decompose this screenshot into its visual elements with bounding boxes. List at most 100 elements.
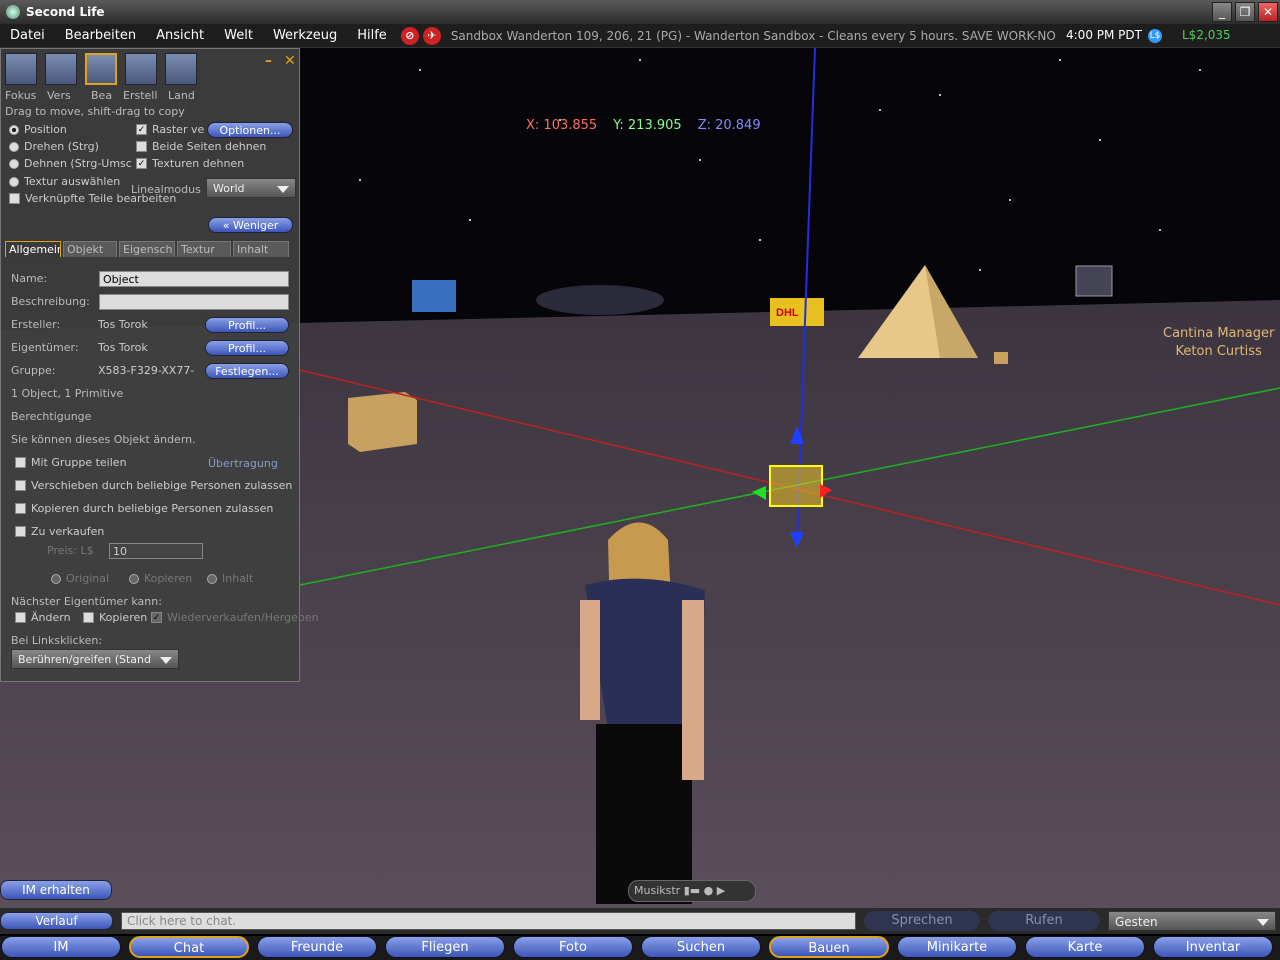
menu-werkzeug[interactable]: Werkzeug [263,28,347,43]
radio-icon [129,573,139,584]
checkbox-anyone-copy[interactable]: Kopieren durch beliebige Personen zulass… [15,502,273,515]
bottom-toolbar: IM Chat Freunde Fliegen Foto Suchen Baue… [0,936,1280,960]
history-button[interactable]: Verlauf [0,912,113,930]
object-count: 1 Object, 1 Primitive [11,387,124,400]
avatar-name-tag[interactable]: Cantina Manager Keton Curtiss [1163,325,1274,361]
chat-input[interactable]: Click here to chat. [121,912,856,930]
tab-features[interactable]: Eigensch [119,241,175,257]
creator-label: Ersteller: [11,318,61,331]
less-button[interactable]: « Weniger [208,217,293,233]
selected-object [769,465,823,507]
transfer-button[interactable]: Übertragung [208,457,278,470]
minimize-panel-icon[interactable]: – [265,53,272,69]
land-tool-icon[interactable] [165,53,197,85]
checkbox-anyone-move[interactable]: Verschieben durch beliebige Personen zul… [15,479,292,492]
edit-tool-icon[interactable] [85,53,117,85]
radio-select-texture[interactable]: Textur auswählen [9,175,120,188]
tube-object [536,285,664,315]
tool-label-focus: Fokus [5,89,37,102]
menu-datei[interactable]: Datei [0,28,55,43]
play-icon[interactable]: ▶ [717,884,725,897]
radio-stretch[interactable]: Dehnen (Strg-Umsc [9,157,132,170]
tab-general[interactable]: Allgemein [5,241,61,257]
billboard-blue [412,280,456,312]
build-tool-panel: Fokus Vers Bea Erstell Land – ✕ Drag to … [0,48,319,682]
build-button[interactable]: Bauen [769,936,889,958]
minimap-button[interactable]: Minikarte [897,936,1017,958]
buy-currency-icon[interactable]: L$ [1148,29,1162,43]
move-tool-icon[interactable] [45,53,77,85]
radio-position[interactable]: Position [9,123,67,136]
no-fly-icon[interactable]: ⊘ [400,26,419,45]
gestures-select[interactable]: Gesten [1108,911,1276,931]
friends-button[interactable]: Freunde [257,936,377,958]
coordinate-readout: X: 103.855 Y: 213.905 Z: 20.849 [526,118,761,133]
chat-button[interactable]: Chat [129,936,249,958]
checkbox-snap-grid[interactable]: ✓ Raster ve [136,123,204,136]
ruler-mode-select[interactable]: World [206,178,296,198]
checkbox-stretch-textures[interactable]: ✓ Texturen dehnen [136,157,244,170]
music-stream-control[interactable]: Musikstr ▮▬ ● ▶ [628,880,756,902]
close-panel-icon[interactable]: ✕ [284,53,296,69]
price-label: Preis: L$ [47,544,94,557]
stop-icon[interactable]: ● [704,884,714,897]
checkbox-for-sale[interactable]: Zu verkaufen [15,525,104,538]
radio-rotate[interactable]: Drehen (Strg) [9,140,99,153]
checkbox-stretch-both[interactable]: Beide Seiten dehnen [136,140,266,153]
inventory-button[interactable]: Inventar [1153,936,1273,958]
left-click-label: Bei Linksklicken: [11,634,103,647]
close-window-button[interactable]: ✕ [1258,2,1278,22]
snapshot-button[interactable]: Foto [513,936,633,958]
minimize-button[interactable]: _ [1212,2,1232,22]
music-label: Musikstr [634,884,681,897]
checkbox-next-resell[interactable]: ✓ Wiederverkaufen/Hergeben [151,611,319,624]
checkbox-icon [15,480,26,491]
menu-bar: Datei Bearbeiten Ansicht Welt Werkzeug H… [0,24,1280,48]
tab-object[interactable]: Objekt [63,241,117,257]
menu-ansicht[interactable]: Ansicht [146,28,214,43]
radio-sale-copy[interactable]: Kopieren [129,572,192,585]
tool-label-move: Vers [47,89,71,102]
set-group-button[interactable]: Festlegen... [205,363,289,379]
drag-hint: Drag to move, shift-drag to copy [5,105,185,118]
board-object [1075,265,1113,297]
y-coordinate: Y: 213.905 [613,118,682,133]
checkbox-icon [15,526,26,537]
creator-profile-button[interactable]: Profil... [205,317,289,333]
options-button[interactable]: Optionen... [207,122,293,138]
tab-texture[interactable]: Textur [177,241,231,257]
region-info[interactable]: Sandbox Wanderton 109, 206, 21 (PG) - Wa… [451,29,1056,43]
restore-button[interactable]: ❐ [1235,2,1255,22]
volume-slider-icon[interactable]: ▮▬ [684,884,700,897]
menu-welt[interactable]: Welt [214,28,263,43]
owner-profile-button[interactable]: Profil... [205,340,289,356]
menu-hilfe[interactable]: Hilfe [347,28,397,43]
checkbox-next-copy[interactable]: Kopieren [83,611,147,624]
price-input[interactable]: 10 [109,543,203,559]
truck-label: DHL [776,307,799,319]
radio-icon [9,158,19,169]
search-button[interactable]: Suchen [641,936,761,958]
im-button[interactable]: IM [1,936,121,958]
name-input[interactable]: Object [99,271,289,287]
description-input[interactable] [99,294,289,310]
create-tool-icon[interactable] [125,53,157,85]
left-click-select[interactable]: Berühren/greifen (Stand [11,649,179,669]
npc-title: Cantina Manager [1163,326,1275,341]
speak-button[interactable]: Sprechen [864,911,980,931]
tab-contents[interactable]: Inhalt [233,241,289,257]
checkbox-next-modify[interactable]: Ändern [15,611,71,624]
radio-sale-original[interactable]: Original [51,572,109,585]
radio-sale-contents[interactable]: Inhalt [207,572,253,585]
owner-label: Eigentümer: [11,341,79,354]
focus-tool-icon[interactable] [5,53,37,85]
checkbox-share-group[interactable]: Mit Gruppe teilen [15,456,127,469]
no-push-icon[interactable]: ✈ [422,26,441,45]
clock: 4:00 PM PDT [1066,28,1142,42]
avatar-legs [596,724,692,904]
menu-bearbeiten[interactable]: Bearbeiten [55,28,146,43]
map-button[interactable]: Karte [1025,936,1145,958]
im-receive-button[interactable]: IM erhalten [0,880,112,900]
shout-button[interactable]: Rufen [988,911,1100,931]
fly-button[interactable]: Fliegen [385,936,505,958]
